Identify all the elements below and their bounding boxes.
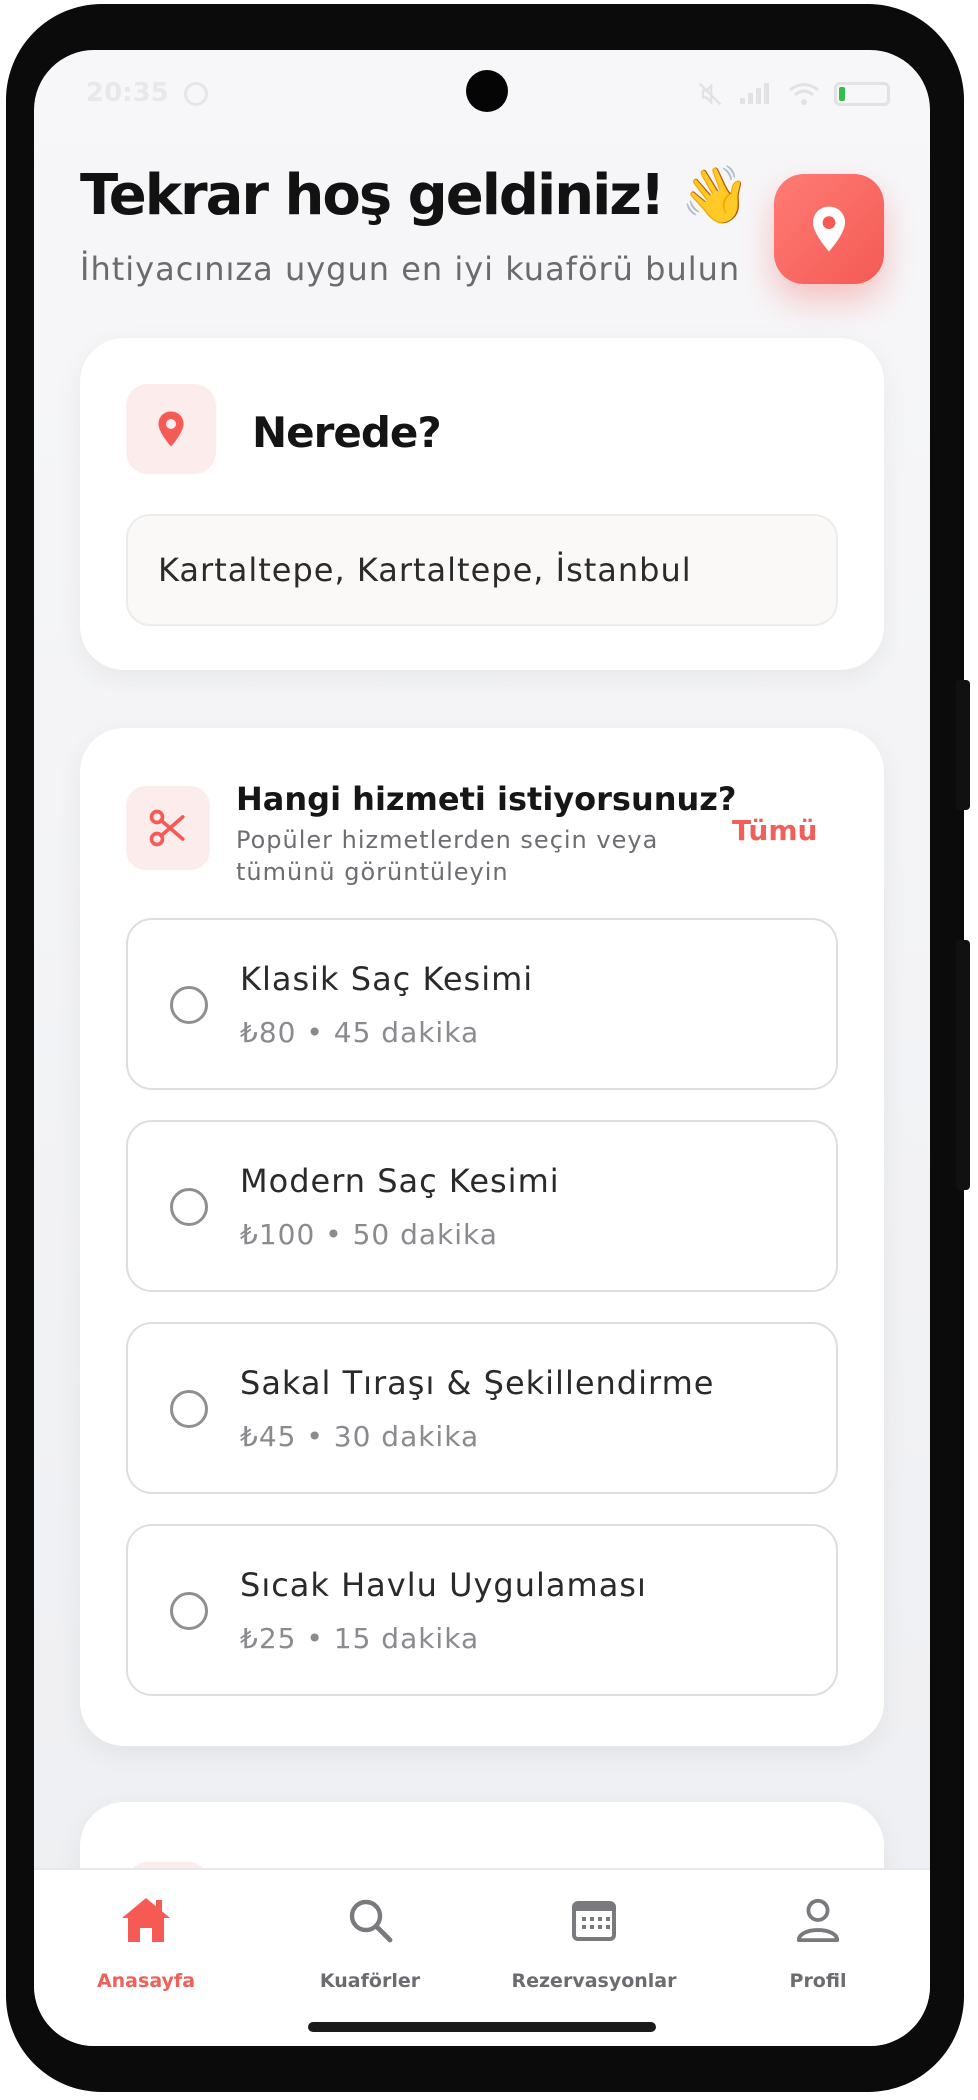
- bottom-tab-bar: Anasayfa Kuaförler Rezervasyonlar Profil: [34, 1868, 930, 2046]
- scissors-icon-box: [126, 786, 210, 870]
- tab-home[interactable]: Anasayfa: [34, 1870, 258, 2030]
- mute-icon: [698, 82, 722, 106]
- radio-button[interactable]: [170, 1592, 208, 1630]
- status-time: 20:35: [86, 78, 169, 108]
- tab-label: Rezervasyonlar: [511, 1970, 677, 1992]
- page-subtitle: İhtiyacınıza uygun en iyi kuaförü bulun: [80, 250, 741, 288]
- notification-icon: [184, 82, 208, 106]
- calendar-icon: [564, 1890, 624, 1950]
- view-all-link[interactable]: Tümü: [732, 814, 817, 847]
- home-icon: [116, 1890, 176, 1950]
- status-bar: 20:35: [34, 50, 930, 140]
- service-card: Hangi hizmeti istiyorsunuz? Popüler hizm…: [80, 728, 884, 1746]
- service-price-duration: ₺80 • 45 dakika: [240, 1016, 480, 1049]
- service-card-description: Popüler hizmetlerden seçin veya tümünü g…: [236, 826, 659, 886]
- service-option[interactable]: Sıcak Havlu Uygulaması ₺25 • 15 dakika: [126, 1524, 838, 1696]
- service-price-duration: ₺25 • 15 dakika: [240, 1622, 480, 1655]
- radio-button[interactable]: [170, 1390, 208, 1428]
- wifi-icon: [789, 83, 819, 105]
- service-option[interactable]: Modern Saç Kesimi ₺100 • 50 dakika: [126, 1120, 838, 1292]
- service-name: Modern Saç Kesimi: [240, 1162, 560, 1200]
- tab-label: Anasayfa: [96, 1970, 196, 1992]
- tab-profile[interactable]: Profil: [706, 1870, 930, 2030]
- power-button: [956, 940, 970, 1190]
- volume-button: [956, 680, 970, 810]
- location-button[interactable]: [774, 174, 884, 284]
- tab-hairdressers[interactable]: Kuaförler: [258, 1870, 482, 2030]
- location-icon-box: [126, 384, 216, 474]
- tab-label: Kuaförler: [319, 1970, 421, 1992]
- service-card-title: Hangi hizmeti istiyorsunuz?: [236, 780, 737, 818]
- service-price-duration: ₺45 • 30 dakika: [240, 1420, 480, 1453]
- service-name: Sakal Tıraşı & Şekillendirme: [240, 1364, 715, 1402]
- scissors-icon: [149, 809, 185, 847]
- battery-icon: [834, 82, 890, 106]
- radio-button[interactable]: [170, 1188, 208, 1226]
- home-indicator: [308, 2022, 656, 2032]
- page-title: Tekrar hoş geldiniz! 👋: [80, 163, 751, 228]
- search-icon: [340, 1890, 400, 1950]
- service-name: Klasik Saç Kesimi: [240, 960, 534, 998]
- location-pin-icon: [158, 411, 184, 447]
- location-card-title: Nerede?: [252, 408, 442, 457]
- tab-label: Profil: [789, 1970, 847, 1992]
- tab-reservations[interactable]: Rezervasyonlar: [482, 1870, 706, 2030]
- user-icon: [788, 1890, 848, 1950]
- location-pin-icon: [813, 206, 845, 252]
- service-name: Sıcak Havlu Uygulaması: [240, 1566, 647, 1604]
- signal-icon: [740, 83, 769, 104]
- app-screen: 20:35 Tekrar hoş geldiniz! 👋 İhtiyacınız…: [34, 50, 930, 2046]
- service-price-duration: ₺100 • 50 dakika: [240, 1218, 498, 1251]
- service-option[interactable]: Klasik Saç Kesimi ₺80 • 45 dakika: [126, 918, 838, 1090]
- service-option[interactable]: Sakal Tıraşı & Şekillendirme ₺45 • 30 da…: [126, 1322, 838, 1494]
- status-icons: [696, 80, 890, 108]
- front-camera: [466, 70, 508, 112]
- location-card: Nerede? Kartaltepe, Kartaltepe, İstanbul: [80, 338, 884, 670]
- location-input[interactable]: Kartaltepe, Kartaltepe, İstanbul: [126, 514, 838, 626]
- radio-button[interactable]: [170, 986, 208, 1024]
